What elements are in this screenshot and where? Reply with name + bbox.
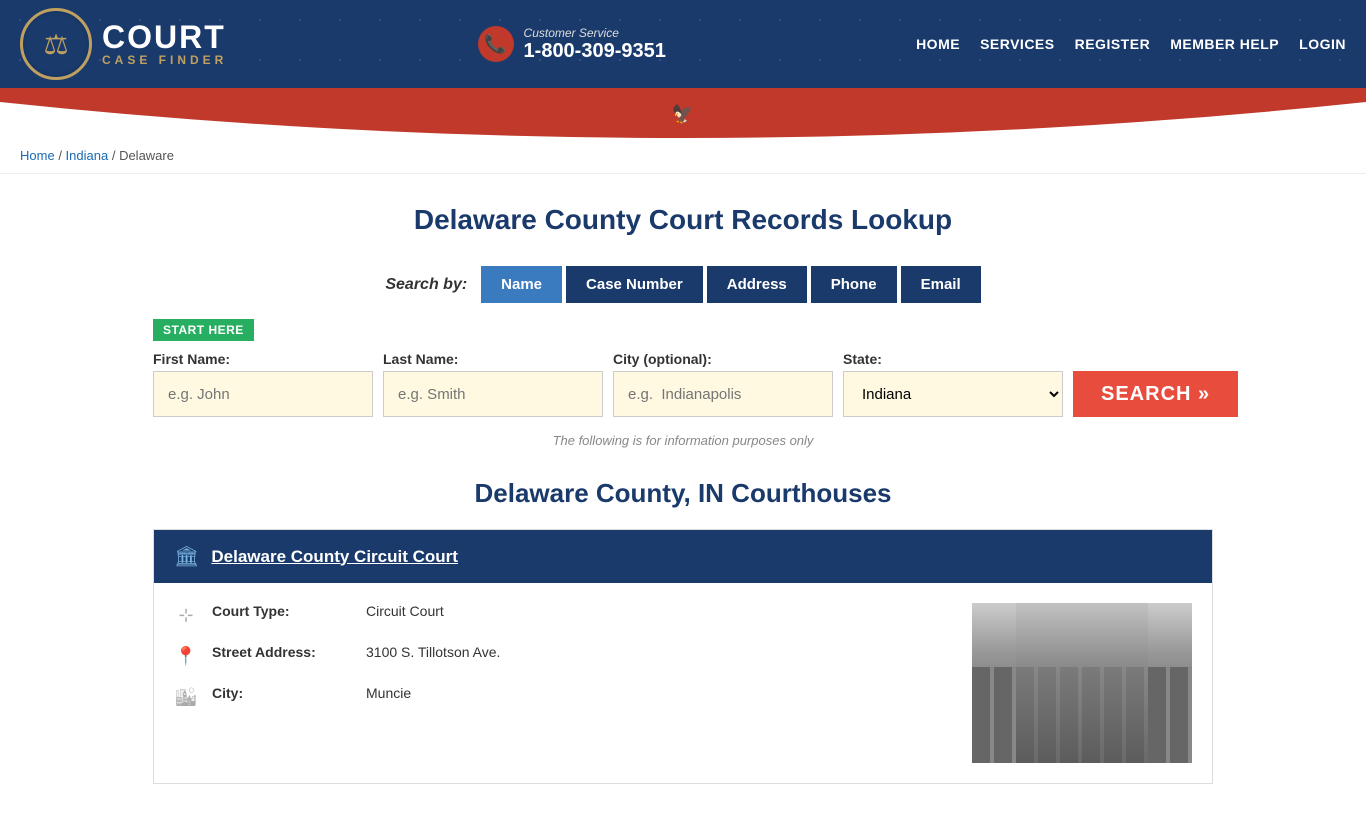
search-form: First Name: Last Name: City (optional): … [153, 351, 1213, 417]
state-label: State: [843, 351, 1063, 367]
info-note: The following is for information purpose… [153, 433, 1213, 448]
start-here-label: START HERE [153, 319, 254, 341]
nav-member-help[interactable]: MEMBER HELP [1170, 36, 1279, 52]
last-name-label: Last Name: [383, 351, 603, 367]
city-detail-value: Muncie [366, 685, 411, 701]
street-address-row: 📍 Street Address: 3100 S. Tillotson Ave. [174, 644, 952, 667]
eagle-icon: 🦅 [672, 104, 694, 125]
courthouse-card-body: ⊹ Court Type: Circuit Court 📍 Street Add… [154, 583, 1212, 783]
nav-home[interactable]: HOME [916, 36, 960, 52]
logo-area: ⚖ COURT CASE FINDER [20, 8, 227, 80]
court-type-icon: ⊹ [174, 605, 198, 626]
breadcrumb-state[interactable]: Indiana [66, 148, 109, 163]
courthouse-image [972, 603, 1192, 763]
logo-court-label: COURT [102, 21, 227, 53]
tab-phone[interactable]: Phone [811, 266, 897, 303]
court-type-value: Circuit Court [366, 603, 444, 619]
first-name-group: First Name: [153, 351, 373, 417]
courthouses-title: Delaware County, IN Courthouses [153, 478, 1213, 509]
breadcrumb-home[interactable]: Home [20, 148, 55, 163]
court-type-row: ⊹ Court Type: Circuit Court [174, 603, 952, 626]
customer-service-label: Customer Service [524, 26, 666, 40]
city-detail-label: City: [212, 685, 352, 701]
court-type-label: Court Type: [212, 603, 352, 619]
courthouse-card-header: 🏛 Delaware County Circuit Court [154, 530, 1212, 583]
street-address-label: Street Address: [212, 644, 352, 660]
customer-service-text: Customer Service 1-800-309-9351 [524, 26, 666, 63]
eagle-banner-container: ★ ★ ★ 🦅 ★ ★ ★ [0, 102, 1366, 138]
tab-email[interactable]: Email [901, 266, 981, 303]
tab-address[interactable]: Address [707, 266, 807, 303]
search-button[interactable]: SEARCH » [1073, 371, 1238, 417]
courthouse-card: 🏛 Delaware County Circuit Court ⊹ Court … [153, 529, 1213, 784]
city-label: City (optional): [613, 351, 833, 367]
address-icon: 📍 [174, 646, 198, 667]
search-by-label: Search by: [385, 276, 467, 294]
nav-login[interactable]: LOGIN [1299, 36, 1346, 52]
main-content: Delaware County Court Records Lookup Sea… [133, 174, 1233, 834]
tab-case-number[interactable]: Case Number [566, 266, 703, 303]
eagle-row: ★ ★ ★ 🦅 ★ ★ ★ [0, 102, 1366, 125]
stars-left: ★ ★ ★ [601, 108, 662, 121]
main-nav: HOME SERVICES REGISTER MEMBER HELP LOGIN [916, 36, 1346, 52]
breadcrumb-sep1: / [58, 148, 65, 163]
tab-name[interactable]: Name [481, 266, 562, 303]
building-illustration [972, 603, 1192, 763]
breadcrumb-sep2: / [112, 148, 119, 163]
last-name-group: Last Name: [383, 351, 603, 417]
logo-casefinder-label: CASE FINDER [102, 53, 227, 67]
street-address-value: 3100 S. Tillotson Ave. [366, 644, 500, 660]
city-icon: 🏙 [174, 687, 198, 708]
courthouse-icon: 🏛 [174, 544, 199, 569]
state-group: State: Indiana Alabama Alaska Arizona Ar… [843, 351, 1063, 417]
logo-emblem: ⚖ [20, 8, 92, 80]
stars-right: ★ ★ ★ [704, 108, 765, 121]
nav-register[interactable]: REGISTER [1075, 36, 1151, 52]
search-by-row: Search by: Name Case Number Address Phon… [153, 266, 1213, 303]
red-top-bar [0, 88, 1366, 102]
search-section: Search by: Name Case Number Address Phon… [153, 266, 1213, 448]
nav-services[interactable]: SERVICES [980, 36, 1055, 52]
phone-icon: 📞 [478, 26, 514, 62]
city-input[interactable] [613, 371, 833, 417]
courthouse-details: ⊹ Court Type: Circuit Court 📍 Street Add… [174, 603, 952, 763]
first-name-label: First Name: [153, 351, 373, 367]
courthouse-name-link[interactable]: Delaware County Circuit Court [211, 547, 458, 567]
last-name-input[interactable] [383, 371, 603, 417]
customer-service-phone: 1-800-309-9351 [524, 40, 666, 63]
customer-service: 📞 Customer Service 1-800-309-9351 [478, 26, 666, 63]
breadcrumb: Home / Indiana / Delaware [0, 138, 1366, 174]
page-title: Delaware County Court Records Lookup [153, 204, 1213, 236]
state-select[interactable]: Indiana Alabama Alaska Arizona Arkansas … [843, 371, 1063, 417]
start-here-badge: START HERE [153, 319, 1213, 351]
first-name-input[interactable] [153, 371, 373, 417]
site-header: ⚖ COURT CASE FINDER 📞 Customer Service 1… [0, 0, 1366, 88]
logo-text: COURT CASE FINDER [102, 21, 227, 67]
breadcrumb-county: Delaware [119, 148, 174, 163]
city-group: City (optional): [613, 351, 833, 417]
city-row: 🏙 City: Muncie [174, 685, 952, 708]
